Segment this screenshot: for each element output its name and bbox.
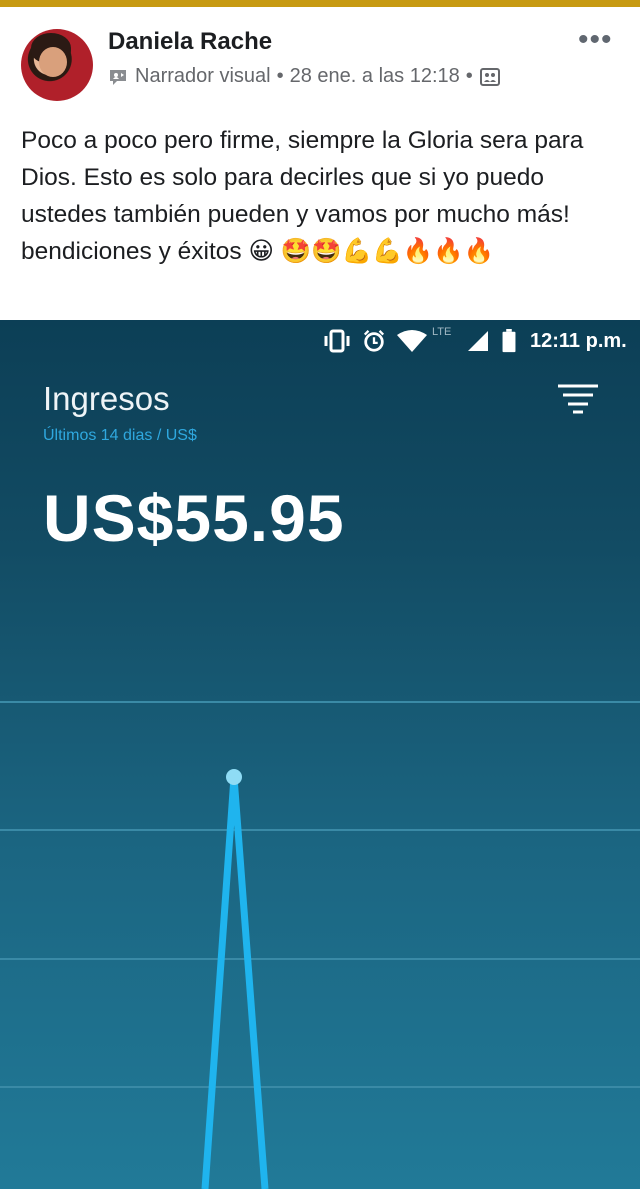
accent-bar	[0, 0, 640, 7]
alarm-icon	[363, 330, 385, 352]
earnings-screenshot[interactable]: LTE 12:11 p.m. Ingresos Últimos 14 dias …	[0, 320, 640, 1189]
signal-icon	[468, 331, 488, 351]
post-text: Poco a poco pero firme, siempre la Glori…	[21, 127, 584, 265]
post-meta: Narrador visual • 28 ene. a las 12:18 •	[108, 65, 501, 88]
author-name[interactable]: Daniela Rache	[108, 28, 272, 56]
avatar[interactable]	[21, 29, 93, 101]
status-time: 12:11 p.m.	[530, 330, 627, 352]
more-options-button[interactable]: •••	[578, 25, 613, 55]
narrator-icon	[110, 69, 126, 85]
vibrate-icon	[324, 329, 350, 353]
wifi-icon	[397, 330, 427, 352]
status-bar: LTE 12:11 p.m.	[0, 320, 640, 364]
battery-icon	[502, 329, 516, 353]
period-subtitle: Últimos 14 dias / US$	[43, 427, 197, 444]
network-label: LTE	[432, 326, 452, 338]
audience-icon[interactable]	[479, 67, 501, 87]
post-date[interactable]: 28 ene. a las 12:18	[290, 65, 460, 88]
source-label[interactable]: Narrador visual	[135, 65, 271, 88]
page-title: Ingresos	[43, 380, 170, 417]
earnings-chart	[0, 701, 640, 1189]
data-point	[226, 769, 242, 785]
earnings-amount: US$55.95	[43, 481, 345, 555]
post-header: Daniela Rache Narrador visual • 28 ene. …	[0, 7, 640, 107]
filter-icon[interactable]	[556, 380, 600, 416]
series-line	[201, 776, 269, 1189]
